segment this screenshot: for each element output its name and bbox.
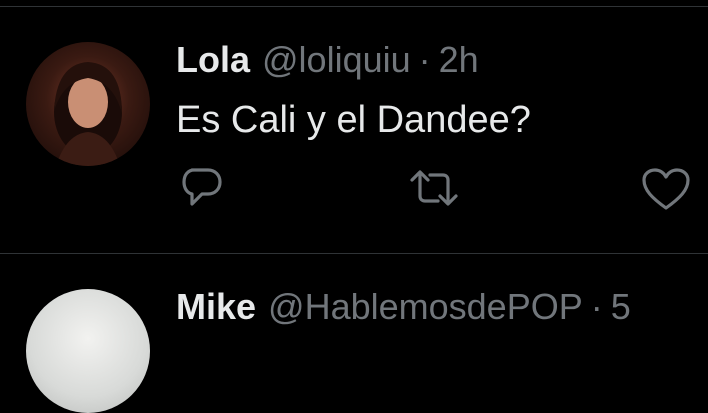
heart-icon[interactable] [640,166,692,212]
avatar[interactable] [26,289,150,413]
display-name[interactable]: Mike [176,287,256,327]
top-divider [0,6,708,7]
avatar[interactable] [26,42,150,166]
reply-icon[interactable] [180,166,224,210]
timestamp[interactable]: 5 [611,287,631,327]
tweet-header: Mike @HablemosdePOP · 5 [176,287,631,327]
display-name[interactable]: Lola [176,40,250,80]
separator-dot: · [418,39,431,80]
user-handle[interactable]: @loliquiu [262,40,411,80]
avatar-photo [54,62,122,166]
user-handle[interactable]: @HablemosdePOP [268,287,583,327]
timestamp[interactable]: 2h [439,40,479,80]
retweet-icon[interactable] [408,168,460,208]
tweet-divider [0,253,708,254]
separator-dot: · [590,286,603,327]
tweet-header: Lola @loliquiu · 2h [176,40,479,80]
tweet-text: Es Cali y el Dandee? [176,99,531,141]
